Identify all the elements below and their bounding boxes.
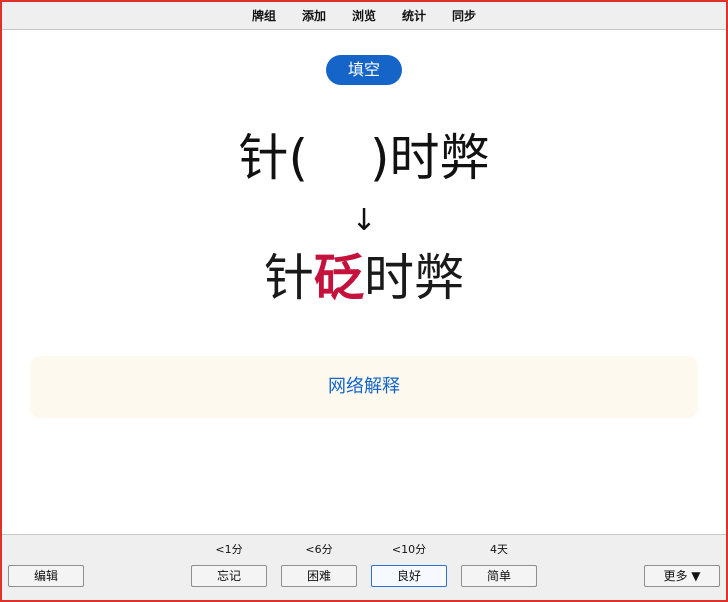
card-content: 填空 针( )时弊 ↓ 针砭时弊 网络解释 [2, 31, 726, 534]
menu-sync[interactable]: 同步 [439, 2, 489, 30]
cloze-question: 针( )时弊 [2, 123, 726, 193]
menu-browse[interactable]: 浏览 [339, 2, 389, 30]
interval-easy: 4天 [490, 543, 508, 556]
top-menu-bar: 牌组 添加 浏览 统计 同步 [2, 2, 726, 30]
edit-button[interactable]: 编辑 [8, 565, 84, 587]
question-before: 针( [238, 129, 308, 187]
interval-good: <10分 [391, 543, 427, 556]
answer-highlight: 砭 [314, 249, 364, 307]
interval-hard: <6分 [305, 543, 333, 556]
good-button[interactable]: 良好 [371, 565, 447, 587]
answer-before: 针 [264, 249, 314, 307]
hard-button[interactable]: 困难 [281, 565, 357, 587]
answer-after: 时弊 [364, 249, 464, 307]
menu-add[interactable]: 添加 [289, 2, 339, 30]
easy-button[interactable]: 简单 [461, 565, 537, 587]
bottom-bar: 编辑 <1分 忘记 <6分 困难 <10分 良好 4天 简单 更多 ▼ [2, 534, 726, 600]
down-arrow-icon: ↓ [351, 203, 377, 238]
card-type-badge: 填空 [326, 55, 402, 85]
explanation-box: 网络解释 [30, 356, 698, 418]
question-after: )时弊 [370, 129, 490, 187]
cloze-answer: 针砭时弊 [2, 243, 726, 313]
more-button[interactable]: 更多 ▼ [644, 565, 720, 587]
web-explanation-link[interactable]: 网络解释 [328, 376, 400, 397]
again-button[interactable]: 忘记 [191, 565, 267, 587]
interval-again: <1分 [215, 543, 243, 556]
menu-stats[interactable]: 统计 [389, 2, 439, 30]
menu-decks[interactable]: 牌组 [239, 2, 289, 30]
